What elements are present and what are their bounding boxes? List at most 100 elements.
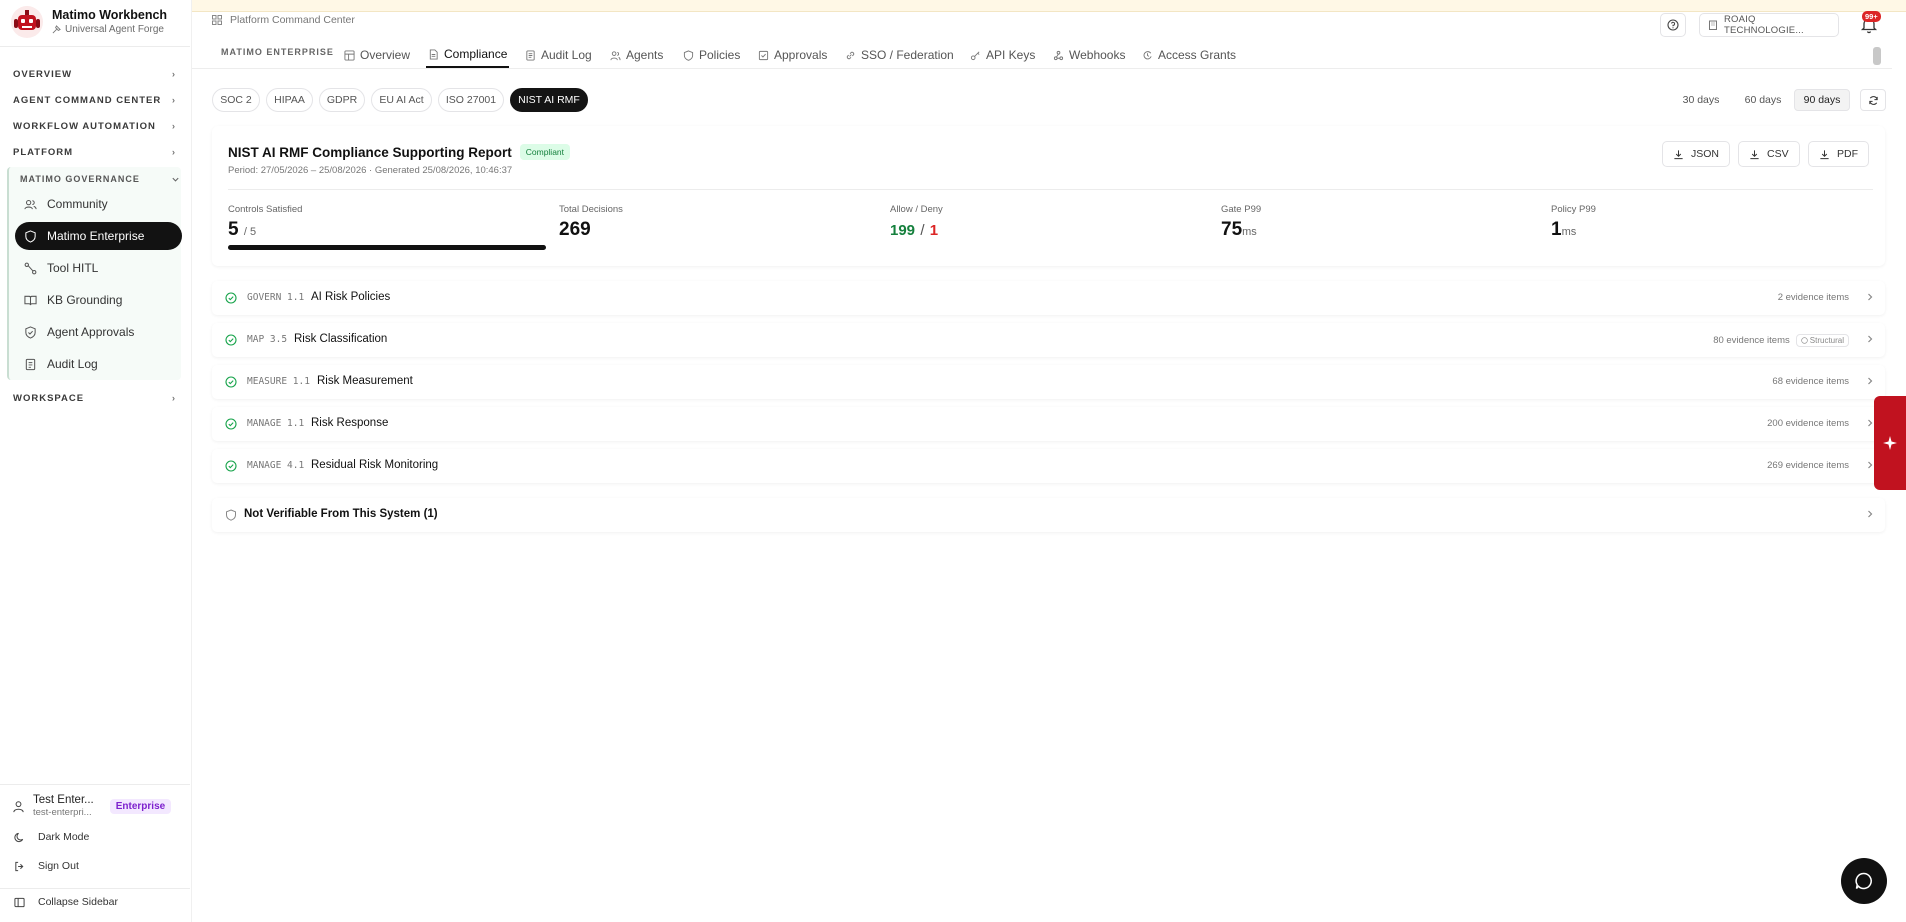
nav-section-workflow-automation[interactable]: WORKFLOW AUTOMATION › — [6, 114, 182, 138]
download-csv-button[interactable]: CSV — [1738, 141, 1800, 167]
metric-value: 269 — [559, 219, 591, 240]
sidebar-item-audit-log[interactable]: Audit Log — [15, 350, 182, 378]
control-row[interactable]: MAP 3.5 Risk Classification 80 evidence … — [212, 323, 1885, 357]
tab-compliance[interactable]: Compliance — [426, 42, 510, 68]
report-meta: Period: 27/05/2026 – 25/08/2026 · Genera… — [228, 165, 513, 176]
users-icon — [24, 199, 37, 209]
framework-chip-iso-27001[interactable]: ISO 27001 — [438, 88, 504, 112]
breadcrumb-label: Platform Command Center — [230, 14, 355, 26]
link-icon — [846, 51, 855, 59]
structural-label: Structural — [1809, 336, 1844, 345]
sidebar-item-agent-approvals[interactable]: Agent Approvals — [15, 318, 182, 346]
tab-approvals[interactable]: Approvals — [756, 42, 829, 68]
tab-api-keys[interactable]: API Keys — [968, 42, 1037, 68]
framework-chip-eu-ai-act[interactable]: EU AI Act — [371, 88, 432, 112]
help-button[interactable] — [1660, 13, 1686, 37]
report-card: NIST AI RMF Compliance Supporting Report… — [212, 126, 1885, 266]
range-30-days[interactable]: 30 days — [1678, 89, 1724, 111]
sidebar-item-label: Audit Log — [47, 357, 98, 371]
framework-chip-nist-ai-rmf[interactable]: NIST AI RMF — [510, 88, 588, 112]
check-circle-icon — [225, 334, 237, 346]
dark-mode-toggle[interactable]: Dark Mode — [14, 828, 89, 846]
nav-section-workspace[interactable]: WORKSPACE › — [6, 386, 182, 410]
brand[interactable]: Matimo Workbench Universal Agent Forge — [10, 5, 167, 39]
plan-badge: Enterprise — [109, 798, 172, 814]
gate-value: 75 — [1221, 219, 1243, 240]
download-json-button[interactable]: JSON — [1662, 141, 1731, 167]
chat-button[interactable] — [1841, 858, 1887, 904]
dark-mode-label: Dark Mode — [38, 831, 90, 843]
chevron-right-icon — [1868, 335, 1873, 343]
sidebar: Matimo Workbench Universal Agent Forge O… — [0, 0, 192, 922]
nav-section-agent-command-center[interactable]: AGENT COMMAND CENTER › — [6, 88, 182, 112]
structural-badge: Structural — [1795, 334, 1849, 347]
sidebar-item-matimo-enterprise[interactable]: Matimo Enterprise — [15, 222, 182, 250]
control-row[interactable]: MANAGE 1.1 Risk Response 200 evidence it… — [212, 407, 1885, 441]
tab-access-grants[interactable]: Access Grants — [1140, 42, 1238, 68]
control-row[interactable]: MANAGE 4.1 Residual Risk Monitoring 269 … — [212, 449, 1885, 483]
metric-value: 199 / 1 — [890, 219, 943, 242]
check-circle-icon — [225, 418, 237, 430]
refresh-button[interactable] — [1860, 89, 1886, 111]
tab-policies[interactable]: Policies — [681, 42, 742, 68]
evidence-text: 68 evidence items — [1772, 376, 1849, 387]
sidebar-item-label: Tool HITL — [47, 261, 99, 275]
control-name: Residual Risk Monitoring — [311, 459, 439, 471]
nav-section-label: AGENT COMMAND CENTER — [13, 94, 162, 106]
tab-label: Overview — [360, 48, 411, 62]
shield-icon — [683, 49, 694, 61]
org-switcher[interactable]: ROAIQ TECHNOLOGIE... — [1699, 13, 1839, 37]
breadcrumb[interactable]: Platform Command Center — [212, 14, 355, 26]
framework-chip-hipaa[interactable]: HIPAA — [266, 88, 313, 112]
tab-audit-log[interactable]: Audit Log — [523, 42, 594, 68]
tab-overview[interactable]: Overview — [342, 42, 412, 68]
range-90-days[interactable]: 90 days — [1794, 89, 1850, 111]
download-label: JSON — [1691, 148, 1720, 160]
policy-unit: ms — [1561, 226, 1577, 238]
check-circle-icon — [225, 460, 237, 472]
nav-section-matimo-governance[interactable]: MATIMO GOVERNANCE — [20, 170, 180, 188]
route-icon — [24, 262, 37, 274]
framework-chip-gdpr[interactable]: GDPR — [319, 88, 365, 112]
key-icon — [970, 51, 980, 60]
range-60-days[interactable]: 60 days — [1740, 89, 1786, 111]
user-profile[interactable]: Test Enter... test-enterpri... Enterpris… — [12, 792, 184, 820]
nav-section-label: PLATFORM — [13, 146, 74, 158]
sign-out-button[interactable]: Sign Out — [14, 857, 79, 875]
control-row[interactable]: GOVERN 1.1 AI Risk Policies 2 evidence i… — [212, 281, 1885, 315]
brand-subtitle-text: Universal Agent Forge — [65, 24, 164, 35]
chevron-right-icon — [1868, 293, 1873, 301]
download-pdf-button[interactable]: PDF — [1808, 141, 1869, 167]
collapse-sidebar-label: Collapse Sidebar — [38, 896, 118, 908]
allow-deny-separator: / — [920, 222, 925, 239]
gate-unit: ms — [1242, 226, 1257, 238]
metric-label: Total Decisions — [559, 204, 623, 215]
evidence-text: 269 evidence items — [1767, 460, 1849, 471]
tab-sso-federation[interactable]: SSO / Federation — [843, 42, 956, 68]
evidence-count: 68 evidence items — [1772, 376, 1849, 387]
sparkle-icon — [1883, 436, 1897, 450]
ai-assistant-tab[interactable] — [1874, 396, 1906, 490]
moon-icon — [14, 832, 24, 842]
nav-section-label: WORKSPACE — [13, 392, 85, 404]
tab-webhooks[interactable]: Webhooks — [1051, 42, 1127, 68]
collapse-sidebar-button[interactable]: Collapse Sidebar — [14, 893, 118, 911]
sidebar-panel-icon — [14, 897, 25, 907]
not-verifiable-row[interactable]: Not Verifiable From This System (1) — [212, 498, 1885, 532]
control-name: Risk Response — [311, 417, 389, 429]
sidebar-item-tool-hitl[interactable]: Tool HITL — [15, 254, 182, 282]
sidebar-item-kb-grounding[interactable]: KB Grounding — [15, 286, 182, 314]
nav-section-overview[interactable]: OVERVIEW › — [6, 62, 182, 86]
sidebar-item-label: Agent Approvals — [47, 325, 135, 339]
control-row[interactable]: MEASURE 1.1 Risk Measurement 68 evidence… — [212, 365, 1885, 399]
nav-section-label: MATIMO GOVERNANCE — [20, 174, 140, 184]
chevron-down-icon — [172, 177, 179, 182]
scrollbar-thumb[interactable] — [1873, 47, 1881, 65]
nav-section-platform[interactable]: PLATFORM › — [6, 140, 182, 164]
framework-chip-soc2[interactable]: SOC 2 — [212, 88, 260, 112]
progress-fill — [228, 245, 546, 250]
notification-count-badge: 99+ — [1862, 11, 1881, 22]
chevron-right-icon: › — [171, 68, 176, 80]
sidebar-item-community[interactable]: Community — [15, 190, 182, 218]
tab-agents[interactable]: Agents — [608, 42, 665, 68]
